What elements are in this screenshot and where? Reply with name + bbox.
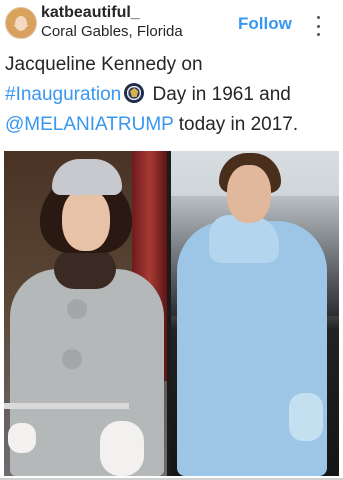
caption-text-2: Day in 1961 and — [147, 84, 291, 105]
caption-text-1: Jacqueline Kennedy on — [5, 54, 203, 75]
username[interactable]: katbeautiful_ — [41, 4, 183, 22]
avatar-face — [15, 16, 27, 31]
hashtag-inauguration[interactable]: #Inauguration — [5, 84, 121, 105]
user-block: katbeautiful_ Coral Gables, Florida — [41, 4, 183, 41]
avatar[interactable] — [5, 7, 37, 39]
presidential-seal-icon — [124, 83, 145, 103]
post-caption: Jacqueline Kennedy on #Inauguration Day … — [5, 50, 341, 140]
mention-melaniatrump[interactable]: @MELANIATRUMP — [5, 114, 174, 135]
follow-button[interactable]: Follow — [238, 14, 292, 34]
more-vertical-icon[interactable] — [314, 16, 322, 36]
location[interactable]: Coral Gables, Florida — [41, 23, 183, 41]
post-image[interactable] — [4, 151, 339, 476]
photo-jacqueline-kennedy — [4, 151, 167, 476]
caption-text-3: today in 2017. — [173, 114, 299, 135]
post-header: katbeautiful_ Coral Gables, Florida Foll… — [0, 0, 343, 50]
photo-melania-trump — [171, 151, 339, 476]
